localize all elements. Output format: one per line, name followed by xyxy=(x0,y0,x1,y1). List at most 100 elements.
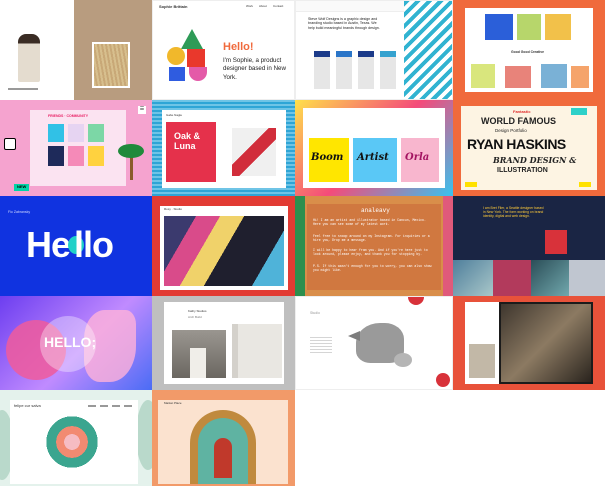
tile-12-thumb-4 xyxy=(569,260,605,296)
square-shape xyxy=(187,49,205,67)
tile-5-art-5 xyxy=(68,146,84,166)
tile-5-art-6 xyxy=(88,146,104,166)
tile-10-logo[interactable]: Rosy · Studio xyxy=(164,207,182,212)
tile-3-coffee-bag-1 xyxy=(314,51,330,89)
tile-5-art-1 xyxy=(48,124,64,142)
tile-3-intro: Steve Wolf Designs is a graphic design a… xyxy=(308,17,380,30)
portfolio-tile-13[interactable]: HELLO; xyxy=(0,296,152,390)
tile-2-logo[interactable]: Sophie Brittain xyxy=(159,4,187,10)
tile-17-logo[interactable]: felipe cur salva xyxy=(14,403,41,409)
tile-15-rhino-baby xyxy=(394,353,412,367)
tile-3-stripes xyxy=(404,1,452,99)
tile-7-word-3: Orla xyxy=(405,152,430,163)
tile-6-title: Oak & Luna xyxy=(174,131,201,151)
tile-4-image-4 xyxy=(471,64,495,88)
tile-4-image-6 xyxy=(541,64,567,88)
tile-2-nav-work[interactable]: Work xyxy=(246,4,253,9)
tile-7-word-1: Boom xyxy=(311,152,344,163)
portfolio-tile-12[interactable]: I am Bret Filer, a Seattle designer base… xyxy=(453,196,605,296)
tile-4-image-2 xyxy=(517,14,541,40)
half-circle-shape xyxy=(189,67,207,81)
portfolio-tile-3[interactable]: Steve Wolf Designs is a graphic design a… xyxy=(295,0,453,100)
tile-8-line-2: Design Portfolio xyxy=(495,128,527,133)
portfolio-tile-1[interactable] xyxy=(0,0,152,100)
portfolio-tile-2[interactable]: Sophie Brittain Work About Contact Hello… xyxy=(152,0,295,100)
portfolio-tile-15[interactable]: Studio xyxy=(295,296,453,390)
tile-2-intro: I'm Sophie, a product designer based in … xyxy=(223,57,286,81)
tile-10-screen: Rosy · Studio xyxy=(160,206,288,290)
tile-2-shapes-illustration xyxy=(167,29,217,91)
tile-15-logo[interactable]: Studio xyxy=(310,311,320,315)
portfolio-tile-18[interactable]: Market Place xyxy=(152,390,295,486)
tile-5-art-4 xyxy=(48,146,64,166)
tile-8-top: Fantastic xyxy=(513,109,531,114)
menu-icon[interactable]: ☰ xyxy=(138,106,146,114)
tile-5-art-2 xyxy=(68,124,84,142)
tile-11-name: analeavy xyxy=(361,207,390,214)
tile-15-text-block xyxy=(310,337,332,353)
tile-11-panel xyxy=(307,204,441,290)
tile-5-hand-icon xyxy=(4,138,16,150)
tile-10-portrait-photo xyxy=(164,216,284,286)
portfolio-tile-7[interactable]: Boom Artist Orla xyxy=(295,100,453,196)
tile-9-nav[interactable]: Fio Zabransky xyxy=(8,210,30,214)
tile-11-para-4: P.S. If this wasn't enough for you to wo… xyxy=(313,264,432,273)
tile-8-name: RYAN HASKINS xyxy=(467,136,566,152)
portfolio-tile-10[interactable]: Rosy · Studio xyxy=(152,196,295,296)
tile-8-sticker xyxy=(571,108,587,115)
palm-tree-icon xyxy=(118,140,144,180)
portfolio-tile-5[interactable]: FRIENDS · COMMUNITY NEW ☰ xyxy=(0,100,152,196)
tile-14-doorway xyxy=(190,348,206,378)
tile-12-intro: I am Bret Filer, a Seattle designer base… xyxy=(483,206,544,219)
tile-13-hello: HELLO; xyxy=(44,334,97,350)
tile-15-rhino-horn xyxy=(348,331,360,341)
tile-18-logo[interactable]: Market Place xyxy=(164,401,182,406)
triangle-shape xyxy=(181,29,203,49)
tile-4-caption: Good Good Creative xyxy=(511,50,544,54)
portfolio-tile-11[interactable]: analeavy Hi! I am an artist and illustra… xyxy=(295,196,453,296)
tile-12-thumb-3 xyxy=(531,260,569,296)
tile-4-image-7 xyxy=(571,66,589,88)
tile-8-line-4: ILLUSTRATION xyxy=(497,167,548,174)
tile-3-coffee-bag-3 xyxy=(358,51,374,89)
tile-9-hello-a: He xyxy=(26,224,71,265)
tile-11-para-1: Hi! I am an artist and illustrator based… xyxy=(313,218,426,227)
tile-4-image-1 xyxy=(485,14,513,40)
portfolio-tile-17[interactable]: felipe cur salva xyxy=(0,390,152,486)
tile-11-para-2: Feel free to snoop around on my Instagra… xyxy=(313,234,430,243)
portfolio-tile-9[interactable]: Fio Zabransky He llo xyxy=(0,196,152,296)
tile-2-nav-contact[interactable]: Contact xyxy=(273,4,283,9)
tile-14-caption: Arch Build xyxy=(188,315,202,319)
portfolio-tile-4[interactable]: Good Good Creative xyxy=(453,0,605,100)
tile-9-hello-b: llo xyxy=(74,224,114,265)
tile-8-badge-left[interactable] xyxy=(465,182,477,187)
portfolio-tile-8[interactable]: Fantastic WORLD FAMOUS Design Portfolio … xyxy=(453,100,605,196)
tile-2-heading: Hello! xyxy=(223,41,254,53)
tile-5-art-3 xyxy=(88,124,104,142)
tile-17-paper-flower xyxy=(44,414,100,470)
tile-12-thumb-2 xyxy=(493,260,531,296)
circle-shape xyxy=(167,47,185,65)
tile-2-nav-about[interactable]: About xyxy=(259,4,267,9)
tile-3-coffee-bag-2 xyxy=(336,51,352,89)
tile-6-nav[interactable]: Gabe Nagle xyxy=(166,113,182,118)
tile-16-restaurant-photo xyxy=(501,304,591,382)
portfolio-tile-14[interactable]: Kathy Studios Arch Build xyxy=(152,296,295,390)
tile-12-red-art xyxy=(545,230,567,254)
tile-18-figure xyxy=(214,438,232,478)
tile-3-coffee-bag-4 xyxy=(380,51,396,89)
portfolio-tile-16[interactable] xyxy=(453,296,605,390)
tile-11-para-3: I will be happy to hear from you. And if… xyxy=(313,248,428,257)
tile-1-caption-line xyxy=(8,88,38,90)
tile-14-logo[interactable]: Kathy Studios xyxy=(188,309,207,314)
tile-8-line-3: BRAND DESIGN & xyxy=(493,155,577,165)
tile-15-red-flower-bottom xyxy=(436,373,450,387)
tile-7-screen: Boom Artist Orla xyxy=(303,108,445,188)
tile-12-thumb-1 xyxy=(453,260,493,296)
tile-16-table-photo xyxy=(469,344,495,378)
tile-7-word-2: Artist xyxy=(357,152,389,163)
tile-8-badge-right[interactable] xyxy=(579,182,591,187)
portfolio-tile-6[interactable]: Gabe Nagle Oak & Luna xyxy=(152,100,295,196)
tile-17-leaf-right xyxy=(136,400,152,470)
tile-5-new-badge[interactable]: NEW xyxy=(14,184,30,191)
